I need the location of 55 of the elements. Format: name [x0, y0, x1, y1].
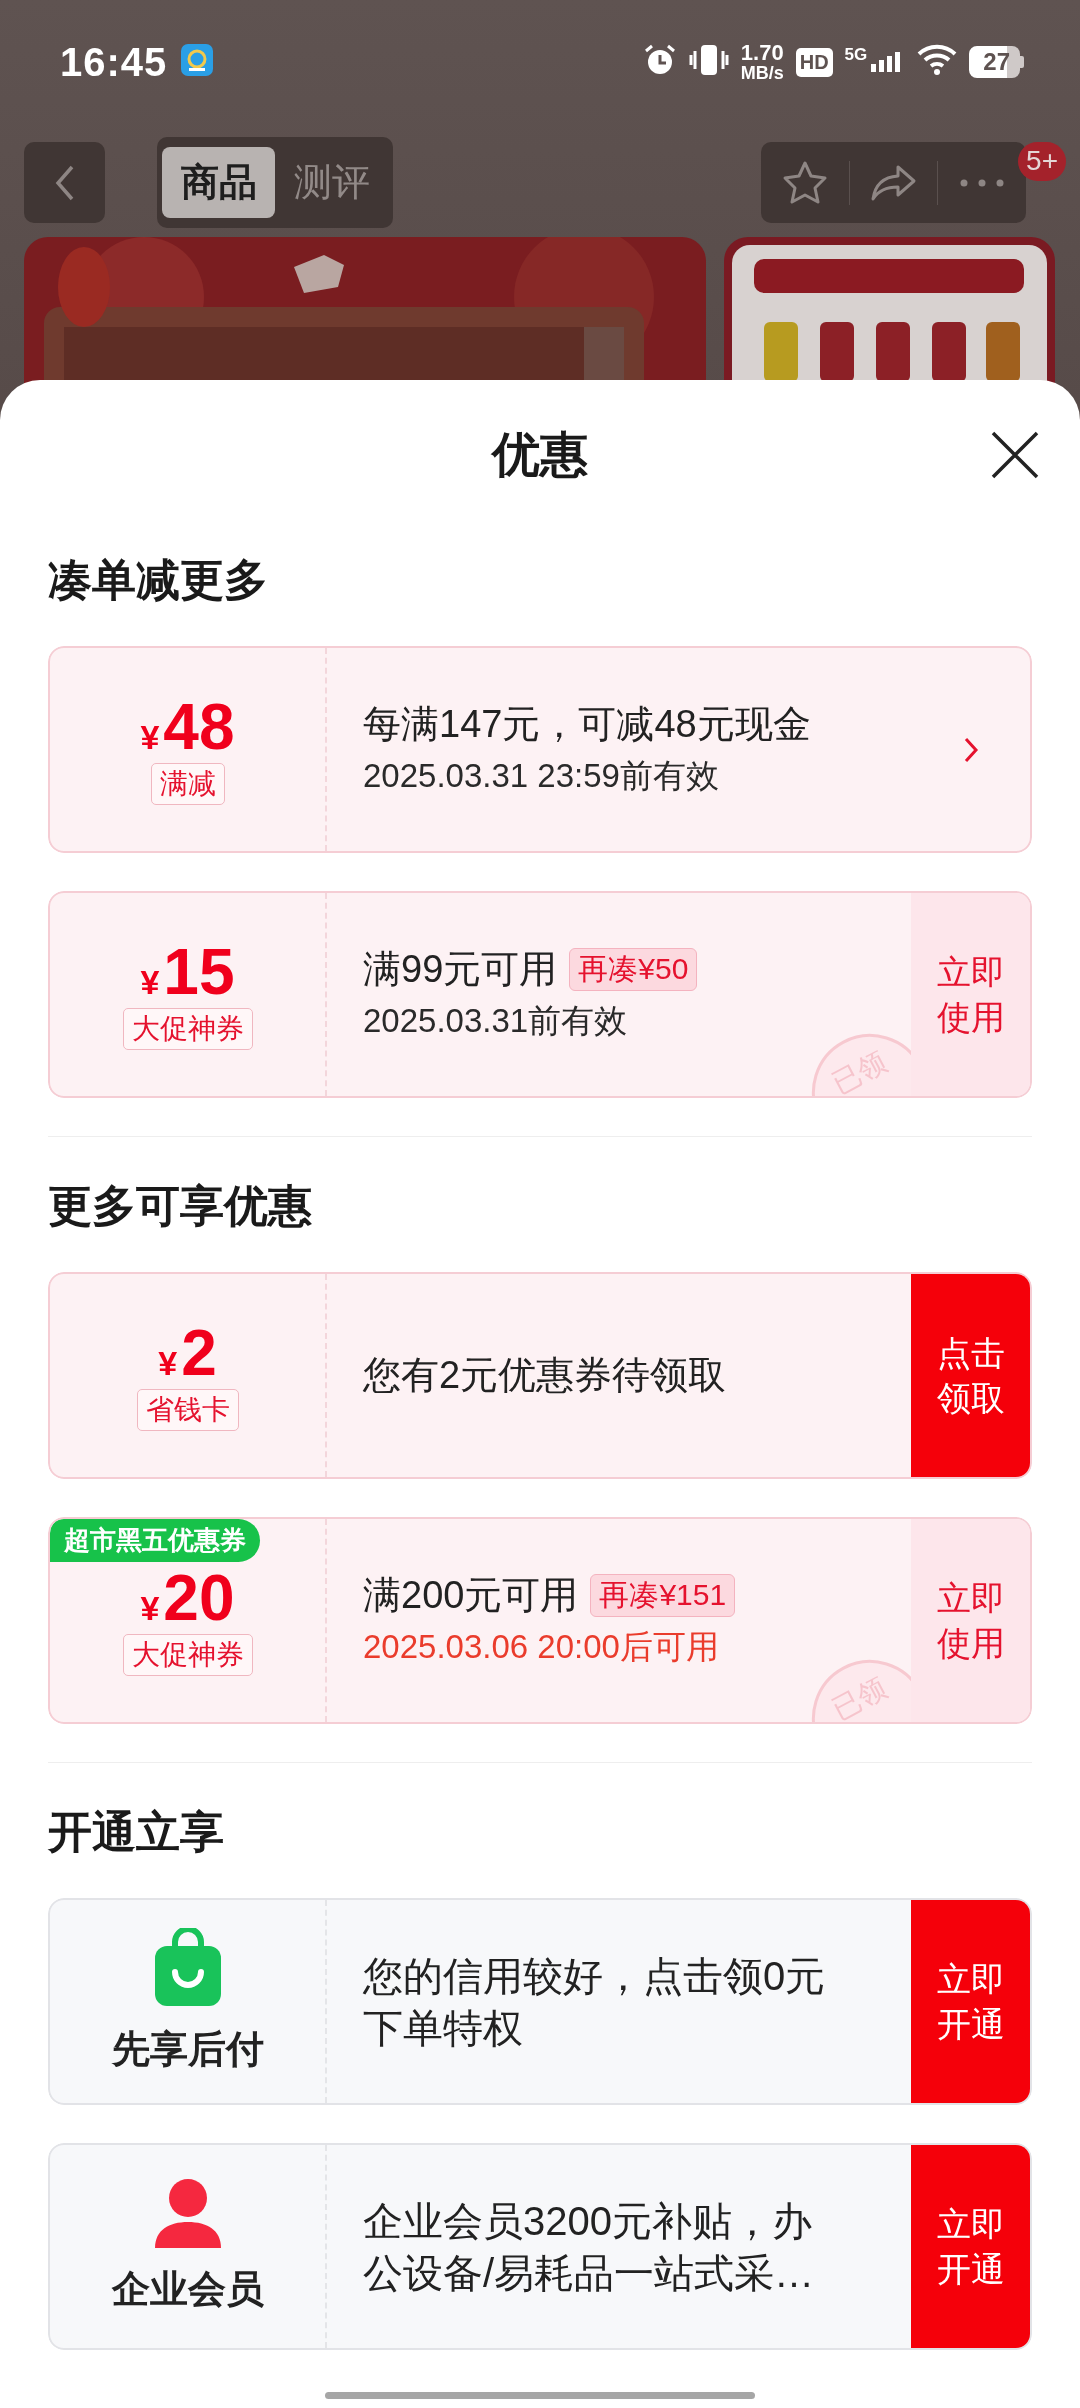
vibrate-icon — [688, 43, 729, 77]
promo-label: 超市黑五优惠券 — [50, 1519, 260, 1562]
validity-text: 2025.03.31前有效 — [363, 1000, 629, 1041]
action-button[interactable]: 立即开通 — [911, 2145, 1030, 2348]
section-title: 开通立享 — [48, 1805, 225, 1858]
service-name: 先享后付 — [111, 2027, 264, 2072]
offer-title: 每满147元，可减48元现金 — [363, 702, 811, 748]
discount-amount: 48 — [163, 694, 235, 759]
network-speed: 1.70 — [740, 42, 784, 64]
remaining-amount: 再凑¥151 — [590, 1574, 736, 1618]
speed-unit: MB/s — [740, 64, 784, 82]
offer-title: 企业会员3200元补贴，办公设备/易耗品一站式采… — [363, 2197, 816, 2297]
discount-amount: 20 — [163, 1565, 235, 1630]
validity-text: 2025.03.31 23:59前有效 — [363, 755, 720, 796]
service-name: 企业会员 — [111, 2267, 264, 2312]
status-time: 16:45 — [60, 39, 168, 85]
coupon-tag: 省钱卡 — [136, 1388, 239, 1431]
hd-indicator: HD — [795, 47, 833, 77]
currency-symbol: ¥ — [140, 1590, 160, 1625]
tab[interactable]: 测评 — [275, 147, 388, 218]
remaining-amount: 再凑¥50 — [569, 948, 698, 992]
sheet-title: 优惠 — [492, 427, 588, 483]
discount-amount: 15 — [163, 939, 235, 1004]
offer-title: 您的信用较好，点击领0元下单特权 — [363, 1952, 827, 2052]
currency-symbol: ¥ — [140, 964, 160, 999]
action-button[interactable]: 立即使用 — [911, 893, 1030, 1096]
wifi-icon — [917, 44, 958, 76]
coupon-tag: 大促神券 — [122, 1633, 253, 1676]
offer-title: 满99元可用 — [363, 947, 558, 993]
section-title: 凑单减更多 — [48, 553, 269, 606]
close-icon — [990, 430, 1040, 480]
currency-symbol: ¥ — [158, 1345, 178, 1380]
alarm-icon — [642, 43, 677, 77]
shopping-bag-icon — [152, 1928, 223, 2008]
more-icon — [960, 178, 1005, 187]
notification-badge: 5+ — [1018, 142, 1066, 181]
back-button[interactable] — [24, 142, 105, 223]
discount-amount: 2 — [181, 1320, 217, 1385]
section-title: 更多可享优惠 — [48, 1179, 313, 1232]
validity-text: 2025.03.06 20:00后可用 — [363, 1626, 720, 1667]
currency-symbol: ¥ — [140, 719, 160, 754]
offer-title: 满200元可用 — [363, 1573, 579, 1619]
action-button[interactable]: 立即使用 — [911, 1519, 1030, 1722]
person-icon — [152, 2178, 223, 2248]
battery-indicator: 27 — [969, 46, 1024, 78]
network-type: 5G — [844, 46, 868, 63]
offer-title: 您有2元优惠券待领取 — [363, 1352, 727, 1398]
action-button[interactable]: 点击领取 — [911, 1274, 1030, 1477]
app-icon — [181, 44, 214, 76]
coupon-tag: 大促神券 — [122, 1007, 253, 1050]
tab[interactable]: 商品 — [162, 147, 275, 218]
action-button[interactable]: 立即开通 — [911, 1900, 1030, 2103]
back-icon — [53, 163, 76, 202]
coupon-tag: 满减 — [150, 762, 225, 805]
chevron-right-icon[interactable] — [962, 735, 979, 764]
